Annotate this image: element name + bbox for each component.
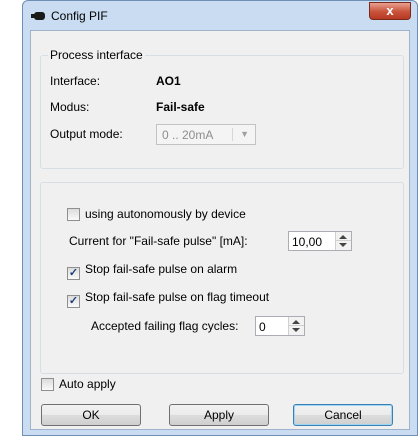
current-stepper[interactable]: 10,00	[288, 231, 352, 251]
stop-on-flag-timeout-checkbox[interactable]: ✓ Stop fail-safe pulse on flag timeout	[67, 290, 269, 308]
modus-value: Fail-safe	[156, 100, 205, 114]
autonomous-checkbox[interactable]: using autonomously by device	[67, 207, 246, 221]
app-icon	[31, 12, 45, 20]
current-value: 10,00	[292, 235, 323, 249]
accepted-cycles-stepper[interactable]: 0	[255, 316, 305, 336]
accepted-cycles-value: 0	[259, 320, 266, 334]
spin-up-icon[interactable]	[292, 320, 300, 324]
dialog-client-area: Process interface Interface: AO1 Modus: …	[30, 30, 410, 430]
ok-button[interactable]: OK	[41, 404, 141, 426]
output-mode-select[interactable]: 0 .. 20mA ▼	[156, 124, 256, 145]
checkbox-checked-icon: ✓	[67, 295, 80, 308]
output-mode-label: Output mode:	[50, 127, 123, 141]
spin-down-icon[interactable]	[339, 243, 347, 247]
apply-button[interactable]: Apply	[169, 404, 269, 426]
interface-value: AO1	[156, 74, 181, 88]
spin-up-icon[interactable]	[339, 235, 347, 239]
output-mode-value: 0 .. 20mA	[162, 128, 214, 142]
stop-on-alarm-checkbox[interactable]: ✓ Stop fail-safe pulse on alarm	[67, 262, 237, 280]
chevron-down-icon: ▼	[240, 129, 249, 139]
current-stepper-buttons[interactable]	[335, 232, 351, 250]
current-label: Current for "Fail-safe pulse" [mA]:	[69, 234, 248, 248]
window-title: Config PIF	[51, 9, 108, 23]
close-button[interactable]: x	[369, 2, 411, 20]
autonomous-label: using autonomously by device	[85, 207, 246, 221]
fail-safe-settings-group: using autonomously by device Current for…	[40, 182, 404, 374]
title-bar[interactable]: Config PIF x	[23, 1, 417, 31]
cancel-button[interactable]: Cancel	[293, 404, 393, 426]
close-icon: x	[386, 3, 394, 18]
config-pif-window: Config PIF x Process interface Interface…	[22, 0, 418, 436]
stop-on-alarm-label: Stop fail-safe pulse on alarm	[85, 262, 238, 276]
spin-down-icon[interactable]	[292, 328, 300, 332]
process-interface-group: Process interface Interface: AO1 Modus: …	[40, 48, 404, 169]
checkbox-unchecked-icon	[41, 378, 54, 391]
spin-divider	[336, 240, 351, 241]
stop-on-flag-timeout-label: Stop fail-safe pulse on flag timeout	[85, 290, 270, 304]
checkbox-unchecked-icon	[67, 208, 80, 221]
accepted-cycles-stepper-buttons[interactable]	[288, 317, 304, 335]
auto-apply-label: Auto apply	[59, 377, 116, 391]
accepted-cycles-label: Accepted failing flag cycles:	[91, 319, 239, 333]
combo-separator	[232, 128, 233, 141]
checkbox-checked-icon: ✓	[67, 267, 80, 280]
auto-apply-checkbox[interactable]: Auto apply	[41, 377, 116, 391]
interface-label: Interface:	[50, 74, 101, 88]
process-interface-legend: Process interface	[48, 48, 145, 62]
modus-label: Modus:	[50, 100, 90, 114]
spin-divider	[289, 325, 304, 326]
